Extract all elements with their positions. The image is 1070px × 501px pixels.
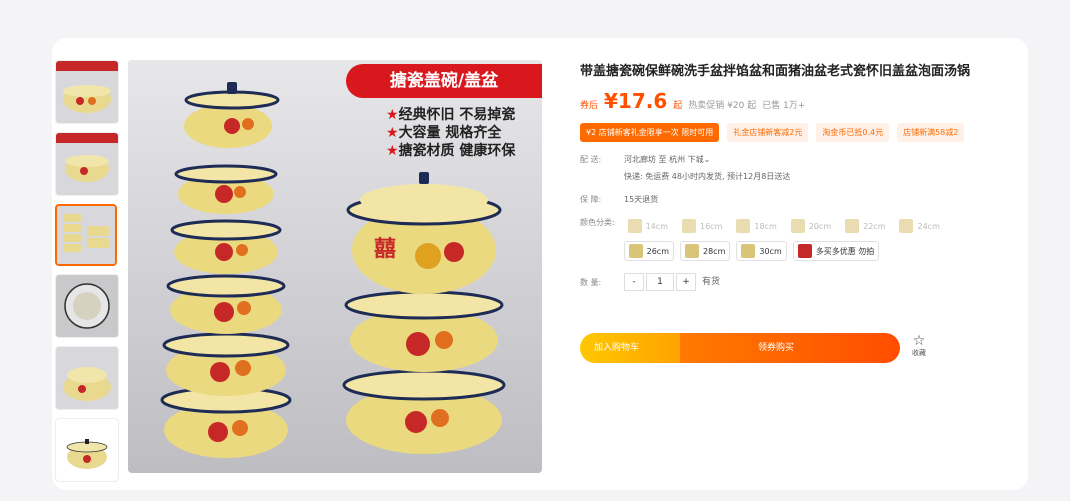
coupon-gift[interactable]: 礼金店铺新客减2元 (727, 123, 809, 142)
original-price: 热卖促销 ¥20 起 (688, 101, 757, 111)
bowl-thumb-icon (790, 219, 805, 233)
chevron-down-icon[interactable]: ⌄ (704, 155, 711, 164)
main-product-image: 囍 搪瓷盖碗/盖盆 ★经典怀旧 不易掉瓷 ★大容量 规格齐全 ★搪瓷材质 健康环… (128, 60, 542, 473)
color-options: 14cm 16cm 18cm 20cm 22cm 24cm 26cm 28cm … (623, 217, 1020, 261)
shipping-label: 配 送: (580, 155, 602, 164)
quantity-minus-button[interactable]: - (624, 273, 644, 291)
thumbnail-list (55, 60, 119, 490)
option-26cm[interactable]: 26cm (623, 241, 674, 261)
shipping-row: 配 送: 河北廊坊 至 杭州 下城⌄ 快递: 免运费 48小时内发货, 预计12… (580, 155, 791, 181)
price-row: 券后 ¥17.6 起 热卖促销 ¥20 起 已售 1万+ (580, 89, 1020, 113)
thumbnail-2[interactable] (55, 132, 119, 196)
bowl-thumb-icon (736, 219, 751, 233)
guarantee-row: 保 障: 15天退货 (580, 195, 659, 204)
color-row: 颜色分类: 14cm 16cm 18cm 20cm 22cm 24cm 26cm… (580, 217, 1020, 261)
product-title: 带盖搪瓷碗保鲜碗洗手盆拌馅盆和面猪油盆老式瓷怀旧盖盆泡面汤锅 (580, 64, 971, 79)
bowl-thumb-icon (845, 219, 860, 233)
image-feature-2: ★大容量 规格齐全 (386, 125, 502, 141)
bowl-thumb-icon (628, 244, 643, 258)
quantity-plus-button[interactable]: + (676, 273, 696, 291)
shipping-from: 河北廊坊 (624, 155, 656, 164)
image-banner-title: 搪瓷盖碗/盖盆 (346, 64, 542, 98)
quantity-stepper: - 1 + 有货 (624, 273, 720, 291)
stock-status: 有货 (702, 277, 721, 287)
star-icon: ☆ (912, 333, 926, 349)
quantity-input[interactable]: 1 (646, 273, 674, 291)
image-feature-3: ★搪瓷材质 健康环保 (386, 143, 516, 159)
option-18cm: 18cm (732, 217, 780, 235)
bowl-thumb-icon (741, 244, 756, 258)
product-info: 带盖搪瓷碗保鲜碗洗手盆拌馅盆和面猪油盆老式瓷怀旧盖盆泡面汤锅 券后 ¥17.6 … (580, 60, 1020, 291)
bowl-thumb-icon (899, 219, 914, 233)
favorite-button[interactable]: ☆ 收藏 (912, 334, 926, 358)
coupon-list: ¥2 店铺新客礼金限享一次 限时可用 礼金店铺新客减2元 淘金币已抵0.4元 店… (580, 123, 1020, 142)
svg-text:囍: 囍 (374, 236, 396, 262)
shipping-destination[interactable]: 杭州 下城 (669, 155, 704, 164)
thumbnail-3-selected[interactable] (55, 204, 117, 266)
guarantee-value: 15天退货 (624, 195, 659, 204)
bowl-thumb-icon (681, 219, 696, 233)
image-feature-1: ★经典怀旧 不易掉瓷 (386, 107, 516, 123)
bowl-thumb-icon (684, 244, 699, 258)
favorite-label: 收藏 (912, 349, 926, 357)
shipping-detail: 快递: 免运费 48小时内发货, 预计12月8日送达 (624, 172, 791, 181)
option-30cm[interactable]: 30cm (736, 241, 787, 261)
add-to-cart-button[interactable]: 加入购物车 (580, 333, 680, 363)
option-28cm[interactable]: 28cm (679, 241, 731, 261)
coupon-store[interactable]: 店铺新满58减2 (897, 123, 965, 142)
thumbnail-6[interactable] (55, 418, 119, 482)
price-prefix: 券后 (580, 101, 599, 111)
option-14cm: 14cm (624, 217, 672, 235)
promo-thumb-icon (797, 244, 812, 258)
buy-with-coupon-button[interactable]: 领券购买 (680, 333, 900, 363)
option-20cm: 20cm (787, 217, 835, 235)
thumbnail-5[interactable] (55, 346, 119, 410)
quantity-row: 数 量: - 1 + 有货 (580, 273, 1020, 291)
thumbnail-1[interactable] (55, 60, 119, 124)
coupon-new-customer[interactable]: ¥2 店铺新客礼金限享一次 限时可用 (580, 123, 720, 142)
purchase-actions: 加入购物车 领券购买 (580, 333, 900, 363)
bowl-thumb-icon (627, 219, 642, 233)
option-22cm: 22cm (841, 217, 889, 235)
price-suffix: 起 (673, 101, 683, 111)
coupon-coins[interactable]: 淘金币已抵0.4元 (816, 123, 890, 142)
price: ¥17.6 (604, 89, 668, 113)
option-24cm: 24cm (895, 217, 943, 235)
option-bulk-deal[interactable]: 多买多优惠 勿拍 (792, 241, 880, 261)
thumbnail-4[interactable] (55, 274, 119, 338)
option-16cm: 16cm (678, 217, 726, 235)
sold-count: 已售 1万+ (762, 101, 806, 111)
